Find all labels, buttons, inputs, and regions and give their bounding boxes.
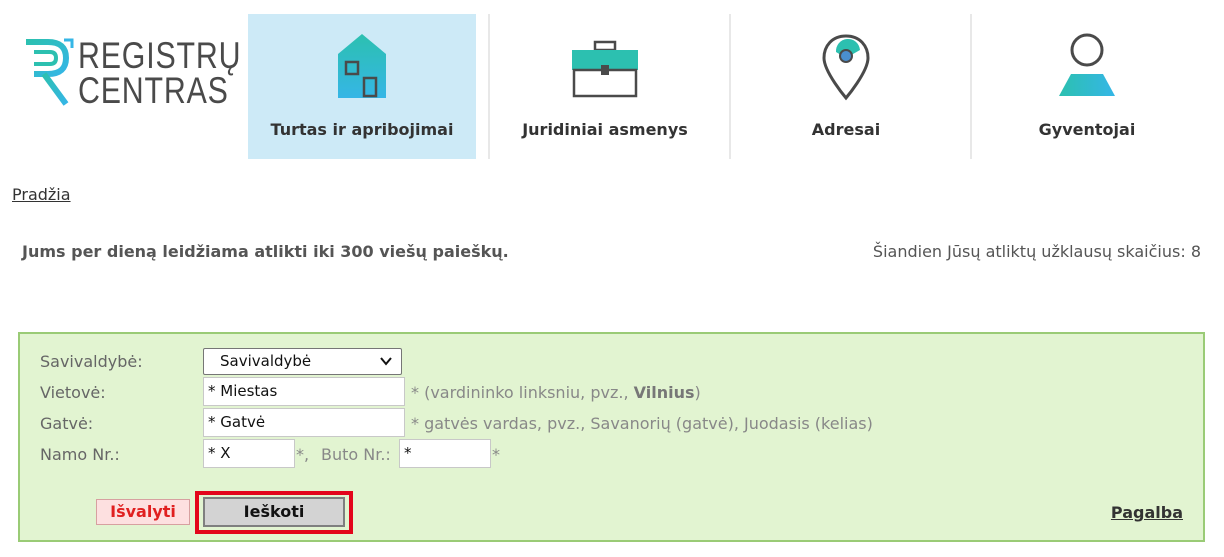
nav-label: Adresai: [811, 120, 881, 139]
flat-number-label: Buto Nr.:: [321, 445, 391, 464]
nav-label: Gyventojai: [1038, 120, 1136, 139]
chevron-down-icon: [380, 357, 392, 366]
street-label: Gatvė:: [40, 414, 94, 433]
house-number-required-mark: *,: [296, 445, 310, 464]
briefcase-icon: [572, 40, 638, 98]
flat-number-required-mark: *: [492, 445, 500, 464]
main-navigation: Turtas ir apribojimai Juridiniai asmenys…: [248, 14, 1224, 159]
search-button[interactable]: Ieškoti: [203, 497, 345, 527]
search-form: Savivaldybė: Savivaldybė Vietovė: * Mies…: [18, 332, 1205, 542]
search-limit-text: Jums per dieną leidžiama atlikti iki 300…: [22, 242, 509, 261]
nav-tab-residents[interactable]: Gyventojai: [973, 14, 1201, 159]
house-number-input[interactable]: * X: [203, 439, 295, 468]
municipality-label: Savivaldybė:: [40, 352, 143, 371]
rc-logo-icon: [23, 38, 74, 106]
map-pin-icon: [822, 34, 870, 101]
municipality-select[interactable]: Savivaldybė: [203, 348, 402, 375]
nav-divider: [488, 14, 490, 159]
help-link[interactable]: Pagalba: [1111, 503, 1183, 522]
logo-text: REGISTRŲ CENTRAS: [78, 35, 242, 111]
nav-tab-legal-entities[interactable]: Juridiniai asmenys: [491, 14, 719, 159]
locality-hint: * (vardininko linksniu, pvz., Vilnius): [411, 383, 701, 402]
query-count-text: Šiandien Jūsų atliktų užklausų skaičius:…: [872, 242, 1201, 261]
clear-button[interactable]: Išvalyti: [96, 499, 190, 525]
person-icon: [1059, 33, 1115, 96]
house-number-label: Namo Nr.:: [40, 445, 120, 464]
locality-label: Vietovė:: [40, 383, 106, 402]
house-icon: [338, 34, 386, 98]
flat-number-input[interactable]: *: [399, 439, 491, 468]
registru-centras-logo[interactable]: REGISTRŲ CENTRAS: [20, 37, 241, 110]
nav-label: Turtas ir apribojimai: [270, 120, 454, 139]
nav-divider: [970, 14, 972, 159]
breadcrumb-home-link[interactable]: Pradžia: [12, 185, 71, 204]
nav-tab-addresses[interactable]: Adresai: [732, 14, 960, 159]
locality-input[interactable]: * Miestas: [203, 377, 405, 406]
nav-label: Juridiniai asmenys: [522, 120, 688, 139]
street-input[interactable]: * Gatvė: [203, 408, 405, 437]
nav-divider: [729, 14, 731, 159]
street-hint: * gatvės vardas, pvz., Savanorių (gatvė)…: [411, 414, 873, 433]
municipality-selected-value: Savivaldybė: [220, 352, 312, 370]
nav-tab-property[interactable]: Turtas ir apribojimai: [248, 14, 476, 159]
